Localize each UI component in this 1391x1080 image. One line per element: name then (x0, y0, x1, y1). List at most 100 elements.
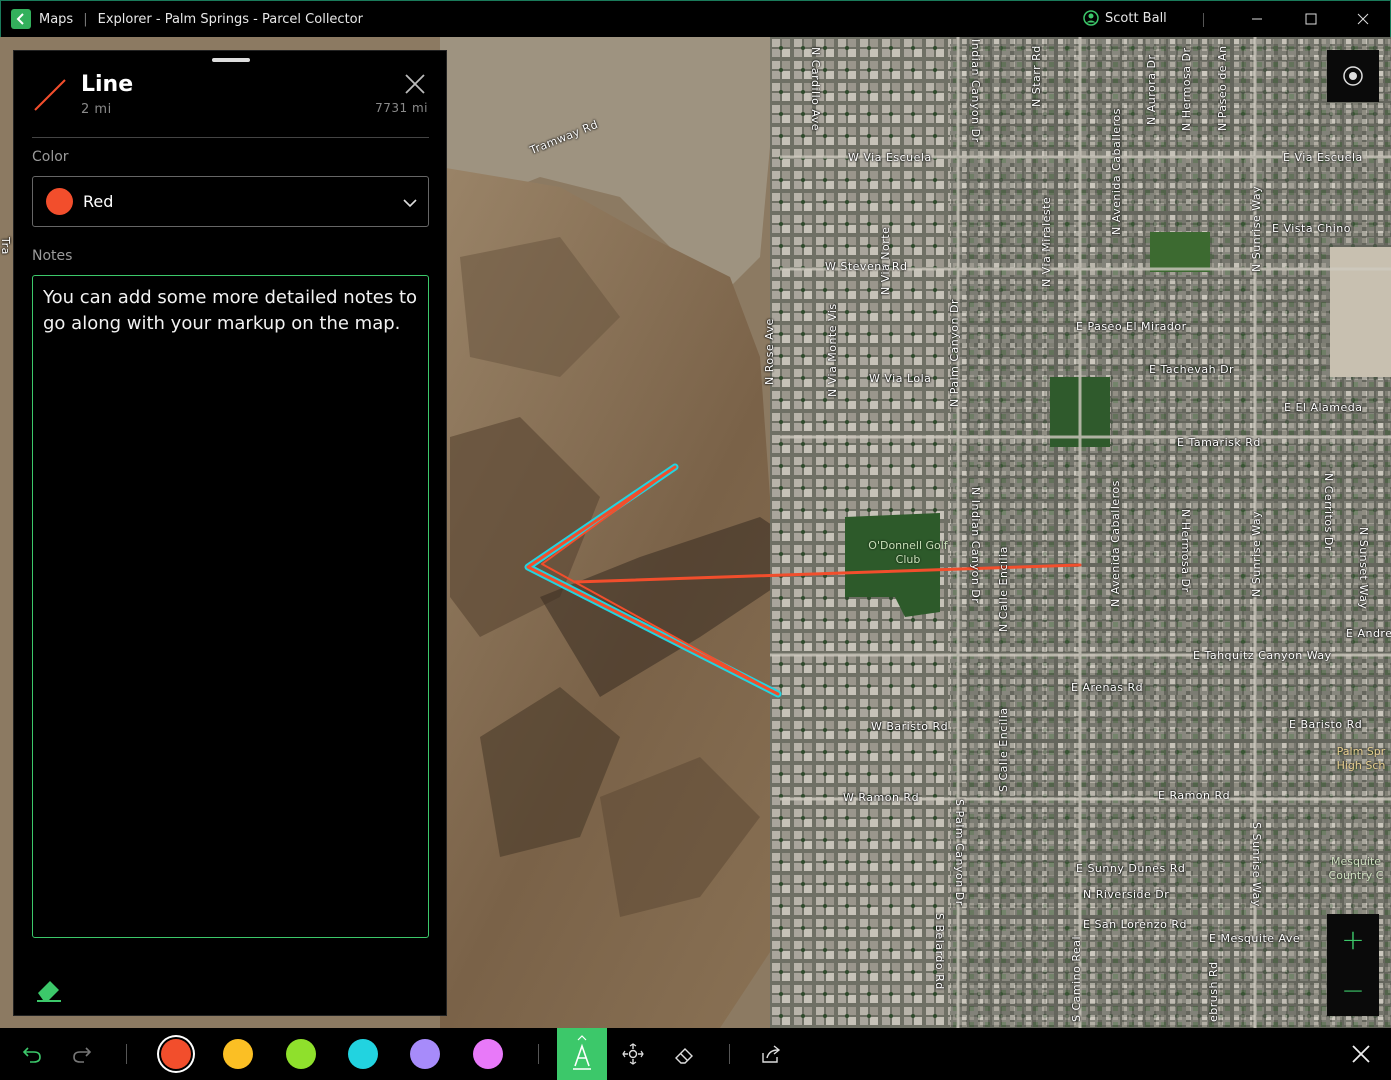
close-markup-button[interactable] (1336, 1028, 1386, 1080)
color-swatch-pink[interactable] (473, 1039, 503, 1069)
color-value: Red (83, 192, 114, 211)
undo-button[interactable] (7, 1028, 57, 1080)
street-label: N Rose Ave (763, 318, 776, 385)
maximize-icon (1305, 13, 1317, 25)
title-separator: | (83, 11, 88, 27)
street-label: S Sunrise Way (1250, 822, 1263, 907)
markup-type-title: Line (81, 72, 134, 97)
share-button[interactable] (746, 1028, 796, 1080)
minimize-icon (1252, 18, 1262, 20)
toolbar-divider (538, 1044, 539, 1064)
markup-distance: 2 mi (81, 102, 112, 117)
delete-markup-icon[interactable] (34, 973, 64, 1003)
panel-divider (32, 137, 429, 138)
street-label: N Palm Canyon Dr (948, 299, 961, 407)
street-label: N Paseo de An (1216, 45, 1229, 131)
notes-textarea[interactable]: You can add some more detailed notes to … (32, 275, 429, 938)
eraser-tool-button[interactable] (659, 1028, 709, 1080)
user-name: Scott Ball (1105, 10, 1167, 26)
color-swatch-red[interactable] (161, 1039, 191, 1069)
street-label: N Cardillo Ave (809, 47, 822, 132)
undo-icon (22, 1047, 41, 1063)
street-label: E El Alameda (1284, 401, 1363, 414)
user-account[interactable]: Scott Ball (1083, 10, 1167, 26)
street-label: E Via Escuela (1283, 151, 1363, 164)
street-label: N Indian Canyon Dr (969, 487, 982, 604)
color-swatch-purple[interactable] (410, 1039, 440, 1069)
street-label: E Mesquite Ave (1209, 932, 1301, 945)
color-label: Color (32, 149, 69, 165)
close-window-button[interactable] (1351, 7, 1375, 31)
app-name[interactable]: Maps (39, 12, 73, 27)
chevron-left-icon (16, 13, 24, 25)
markup-details-panel: Line 2 mi 7731 mi Color Red Notes You ca… (13, 50, 447, 1016)
zoom-out-button[interactable]: − (1327, 965, 1379, 1016)
street-label: ebrush Rd (1207, 961, 1220, 1022)
street-label: E Tachevah Dr (1149, 363, 1235, 376)
title-divider (1203, 13, 1204, 27)
street-label: E Tahquitz Canyon Way (1193, 649, 1332, 662)
color-swatch-yellow[interactable] (223, 1039, 253, 1069)
street-label: N Hermosa Dr (1180, 47, 1193, 132)
color-dropdown[interactable]: Red (32, 176, 429, 227)
zoom-controls: + − (1327, 914, 1379, 1016)
street-label: E San Lorenzo Rd (1083, 918, 1187, 931)
back-button[interactable] (11, 9, 31, 29)
poi-country-club: Mesquite Country C (1328, 855, 1384, 882)
color-swatch-green[interactable] (286, 1039, 316, 1069)
street-label: E Ramon Rd (1158, 789, 1231, 802)
minimize-button[interactable] (1245, 7, 1269, 31)
panel-drag-handle[interactable] (212, 58, 250, 62)
maximize-button[interactable] (1299, 7, 1323, 31)
share-icon (762, 1045, 781, 1063)
street-label: W Baristo Rd (871, 720, 949, 733)
notes-label: Notes (32, 248, 73, 264)
street-label: N Via Miraleste (1040, 196, 1053, 287)
close-icon (1352, 1045, 1370, 1063)
target-icon (1343, 66, 1363, 86)
close-panel-button[interactable] (404, 73, 426, 95)
street-label: W Ramon Rd (843, 791, 920, 804)
street-label: N Cerritos Dr (1322, 473, 1335, 551)
street-label: E Tamarisk Rd (1177, 436, 1261, 449)
street-label: W Via Escuela (848, 151, 932, 164)
street-label: W Via Lola (869, 372, 932, 385)
street-label: N Calle Encilia (997, 546, 1010, 632)
street-label: S Belardo Rd (933, 913, 946, 990)
street-label: N Sunrise Way (1250, 185, 1263, 272)
pen-tool-icon (573, 1035, 591, 1070)
street-label: N Avenida Caballeros (1110, 108, 1123, 235)
street-label: S Calle Encilia (997, 707, 1010, 792)
street-label: E Andrea (1346, 627, 1391, 640)
street-label: S Palm Canyon Dr (953, 799, 966, 906)
user-icon (1083, 10, 1099, 26)
locate-button[interactable] (1327, 50, 1379, 102)
title-bar: Maps | Explorer - Palm Springs - Parcel … (0, 0, 1391, 37)
color-swatch-cyan[interactable] (348, 1039, 378, 1069)
street-label: N Avenida Caballeros (1109, 480, 1122, 607)
close-icon (1357, 13, 1369, 25)
street-label: Indian Canyon Dr (969, 39, 982, 143)
zoom-in-button[interactable]: + (1327, 914, 1379, 965)
street-label: W Stevens Rd (825, 260, 908, 273)
street-label: E Paseo El Mirador (1076, 320, 1187, 333)
line-tool-icon (34, 79, 66, 111)
street-label: N Via Monte Vis (826, 303, 839, 397)
poi-golf-club: O'Donnell Golf Club (868, 539, 948, 566)
eraser-icon (675, 1048, 693, 1064)
draw-tool-button[interactable] (557, 1028, 607, 1080)
street-label: Tra (0, 237, 12, 255)
street-label: E Sunny Dunes Rd (1076, 862, 1186, 875)
street-label: E Vista Chino (1272, 222, 1351, 235)
street-label: S Camino Real (1070, 935, 1083, 1022)
chevron-down-icon (403, 199, 417, 208)
markup-length: 7731 mi (375, 101, 428, 115)
select-tool-button[interactable] (608, 1028, 658, 1080)
window-title: Explorer - Palm Springs - Parcel Collect… (97, 11, 363, 27)
redo-button[interactable] (57, 1028, 107, 1080)
redo-icon (73, 1047, 92, 1063)
toolbar-divider (729, 1044, 730, 1064)
street-label: E Baristo Rd (1289, 718, 1363, 731)
street-label: N Sunrise Way (1250, 510, 1263, 597)
markup-toolbar (0, 1028, 1391, 1080)
